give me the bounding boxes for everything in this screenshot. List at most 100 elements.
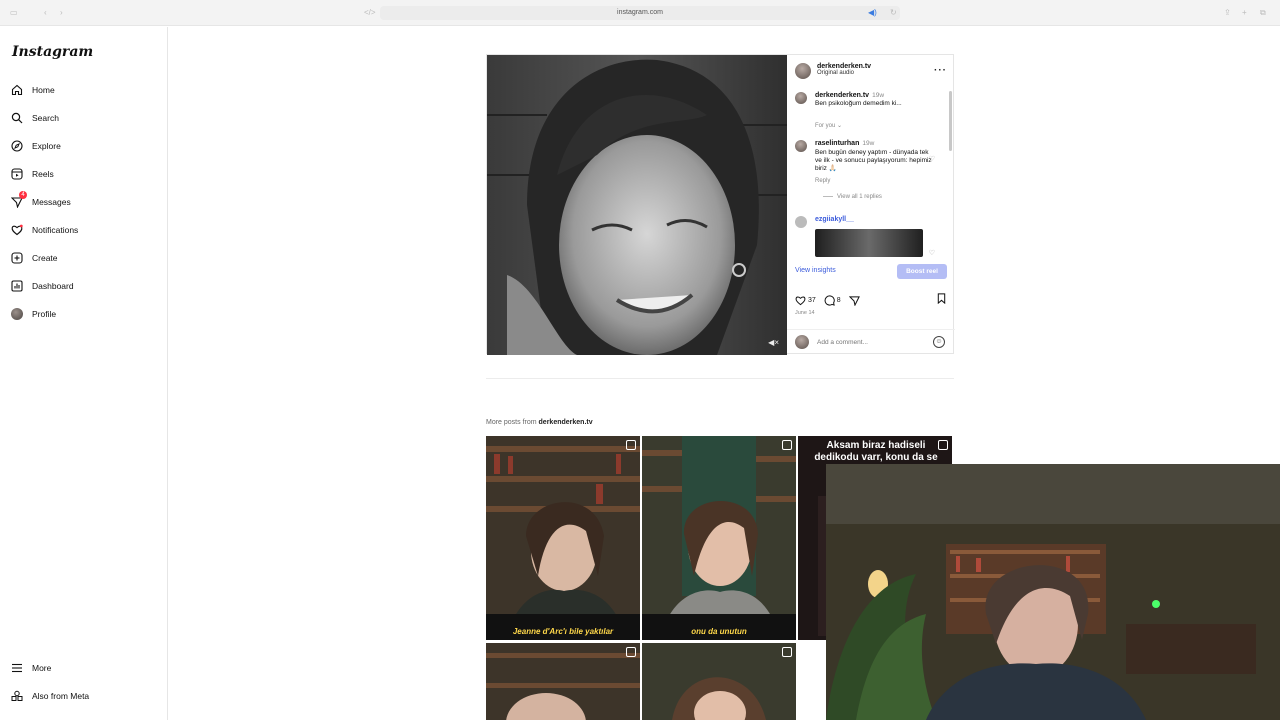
back-icon[interactable]: ‹ bbox=[44, 8, 47, 18]
emoji-icon[interactable]: ☺ bbox=[933, 336, 945, 348]
caption-avatar[interactable] bbox=[795, 92, 807, 104]
sidebar-item-messages[interactable]: 4 Messages bbox=[10, 191, 71, 212]
code-icon[interactable]: </> bbox=[364, 8, 376, 18]
comment-text: Ben bugün deney yaptım - dünyada tek ve … bbox=[815, 149, 932, 172]
comment-time: 19w bbox=[862, 140, 875, 147]
forward-icon[interactable]: › bbox=[60, 8, 63, 18]
menu-icon bbox=[10, 661, 24, 675]
reel-icon bbox=[626, 440, 636, 450]
like-button[interactable]: 37 bbox=[795, 295, 816, 306]
browser-toolbar: ▭ ‹ › </> instagram.com ◀) ↻ ⇪ + ⧉ bbox=[0, 0, 1280, 26]
boost-reel-button[interactable]: Boost reel bbox=[897, 264, 947, 279]
reel-icon bbox=[782, 647, 792, 657]
comments-scrollbar[interactable] bbox=[949, 91, 952, 151]
more-options-icon[interactable]: ··· bbox=[934, 65, 947, 76]
save-button[interactable] bbox=[936, 293, 947, 306]
heart-icon bbox=[10, 223, 24, 237]
author-username[interactable]: derkenderken.tv bbox=[817, 63, 871, 70]
sidebar-item-label: Notifications bbox=[32, 225, 79, 235]
sidebar-item-label: Explore bbox=[32, 141, 61, 151]
sidebar-item-label: Create bbox=[32, 253, 58, 263]
comment-like-icon[interactable]: ♡ bbox=[929, 250, 935, 258]
sidebar-item-profile[interactable]: Profile bbox=[10, 304, 56, 324]
sidebar-item-label: Also from Meta bbox=[32, 691, 90, 701]
post-date: June 14 bbox=[795, 310, 815, 316]
sidebar-item-dashboard[interactable]: Dashboard bbox=[10, 276, 74, 296]
sidebar-toggle-icon[interactable]: ▭ bbox=[10, 8, 18, 18]
messages-badge: 4 bbox=[19, 191, 27, 199]
share-button[interactable] bbox=[848, 295, 860, 306]
compass-icon bbox=[10, 139, 24, 153]
caption-time: 19w bbox=[872, 92, 885, 99]
comment-icon bbox=[824, 294, 835, 306]
comment-avatar[interactable] bbox=[795, 216, 807, 228]
sidebar-item-notifications[interactable]: Notifications bbox=[10, 220, 78, 240]
reload-icon[interactable]: ↻ bbox=[890, 8, 897, 18]
comment-username[interactable]: raselinturhan bbox=[815, 140, 859, 147]
tabs-overview-icon[interactable]: ⧉ bbox=[1260, 8, 1266, 18]
more-posts-heading: More posts from derkenderken.tv bbox=[486, 419, 593, 426]
sidebar-item-label: Messages bbox=[32, 197, 71, 207]
for-you-toggle[interactable]: For you ⌄ bbox=[815, 122, 947, 130]
grid-post[interactable] bbox=[642, 643, 796, 720]
view-replies-link[interactable]: View all 1 replies bbox=[823, 193, 933, 201]
sidebar: Instagram Home Search Explore Reels 4 Me… bbox=[0, 27, 168, 720]
comment-button[interactable]: 8 bbox=[824, 294, 841, 306]
dashboard-icon bbox=[10, 279, 24, 293]
add-comment-bar: ☺ bbox=[787, 329, 955, 355]
sidebar-item-label: Profile bbox=[32, 309, 57, 319]
audio-label[interactable]: Original audio bbox=[817, 70, 871, 76]
share-icon[interactable]: ⇪ bbox=[1224, 8, 1231, 18]
sidebar-item-also-from-meta[interactable]: Also from Meta bbox=[10, 686, 89, 706]
sidebar-item-label: Dashboard bbox=[32, 281, 74, 291]
comment-avatar[interactable] bbox=[795, 140, 807, 152]
sidebar-item-label: Reels bbox=[32, 169, 54, 179]
reel-video[interactable]: ◀× bbox=[487, 55, 787, 355]
caption-author[interactable]: derkenderken.tv bbox=[815, 92, 869, 99]
heart-icon bbox=[795, 296, 806, 305]
reel-icon bbox=[782, 440, 792, 450]
add-comment-input[interactable] bbox=[817, 336, 927, 348]
caption-text: Ben psikoloğum demedim ki... bbox=[815, 100, 902, 107]
grid-post[interactable] bbox=[486, 643, 640, 720]
send-icon bbox=[848, 295, 860, 306]
section-divider bbox=[486, 378, 954, 379]
comment-username[interactable]: ezgiiakyll__ bbox=[815, 216, 854, 223]
comment-count: 8 bbox=[836, 296, 841, 304]
view-replies-label: View all 1 replies bbox=[837, 194, 882, 200]
grid-post[interactable]: Jeanne d'Arc'ı bile yaktılar bbox=[486, 436, 640, 640]
comments-list: derkenderken.tv 19w Ben psikoloğum demedi… bbox=[795, 89, 947, 259]
reply-link[interactable]: Reply bbox=[815, 177, 933, 185]
post-header: derkenderken.tv Original audio bbox=[795, 63, 947, 81]
sidebar-item-create[interactable]: Create bbox=[10, 248, 58, 268]
bookmark-icon bbox=[937, 293, 946, 305]
url-text: instagram.com bbox=[617, 9, 663, 16]
new-tab-icon[interactable]: + bbox=[1242, 8, 1247, 18]
grid-post-caption: Jeanne d'Arc'ı bile yaktılar bbox=[512, 627, 614, 636]
more-posts-author[interactable]: derkenderken.tv bbox=[539, 419, 593, 426]
reel-icon bbox=[626, 647, 636, 657]
reels-icon bbox=[10, 167, 24, 181]
audio-icon[interactable]: ◀) bbox=[868, 8, 877, 18]
meta-apps-icon bbox=[10, 689, 24, 703]
sidebar-item-reels[interactable]: Reels bbox=[10, 164, 54, 184]
post-side-panel: derkenderken.tv Original audio ··· derke… bbox=[787, 55, 955, 355]
author-avatar[interactable] bbox=[795, 63, 811, 79]
sidebar-item-home[interactable]: Home bbox=[10, 80, 55, 100]
sidebar-item-search[interactable]: Search bbox=[10, 108, 59, 128]
post-card: ◀× derkenderken.tv Original audio ··· de… bbox=[486, 54, 955, 355]
sidebar-item-label: More bbox=[32, 663, 52, 673]
sidebar-item-more[interactable]: More bbox=[10, 658, 51, 678]
grid-post[interactable]: onu da unutun bbox=[642, 436, 796, 640]
view-insights-link[interactable]: View insights bbox=[795, 267, 836, 274]
webcam-overlay bbox=[826, 464, 1280, 720]
sidebar-item-label: Home bbox=[32, 85, 55, 95]
current-user-avatar bbox=[795, 335, 809, 349]
like-count: 37 bbox=[808, 296, 816, 304]
mute-icon[interactable]: ◀× bbox=[768, 338, 779, 347]
address-bar[interactable]: instagram.com bbox=[380, 6, 900, 20]
instagram-logo[interactable]: Instagram bbox=[12, 44, 93, 60]
sidebar-item-explore[interactable]: Explore bbox=[10, 136, 61, 156]
comment-like-icon[interactable]: ♡ bbox=[929, 156, 935, 164]
comment-image[interactable] bbox=[815, 229, 923, 257]
